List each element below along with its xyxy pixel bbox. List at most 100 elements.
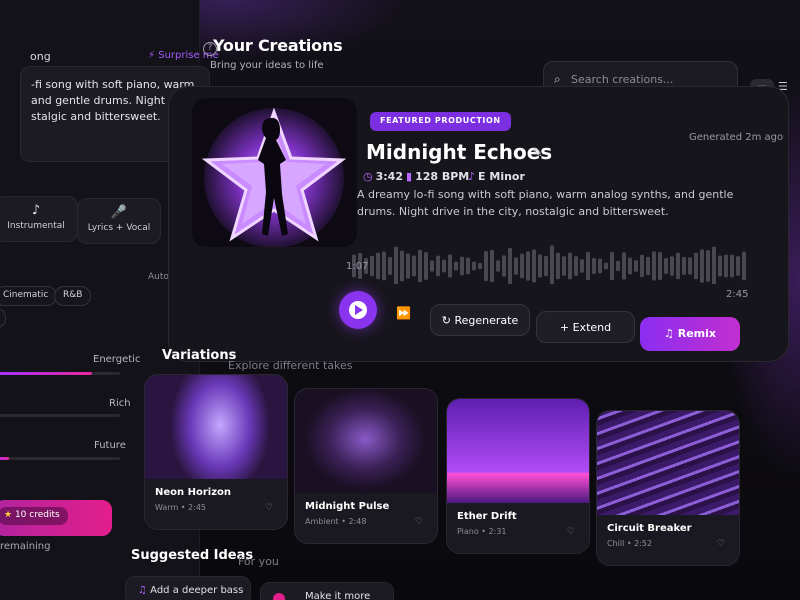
waveform-bar <box>658 251 662 281</box>
waveform-bar <box>598 258 602 274</box>
slider-rich[interactable] <box>0 414 120 417</box>
waveform-bar <box>592 258 596 274</box>
variation-name: Ether Drift <box>457 511 517 522</box>
remix-button[interactable]: ♫ Remix <box>640 317 740 351</box>
waveform-bar <box>370 255 374 277</box>
featured-badge: FEATURED PRODUCTION <box>370 112 511 131</box>
remix-label: Remix <box>677 327 716 340</box>
variations-subtitle: Explore different takes <box>228 359 353 372</box>
microphone-icon: 🎤 <box>110 205 128 220</box>
music-note-icon: ♫ <box>664 327 674 340</box>
waveform-bar <box>736 256 740 276</box>
refresh-icon: ↻ <box>441 314 451 327</box>
waveform-bar <box>646 256 650 276</box>
time-current: 1:07 <box>346 261 369 272</box>
waveform-bar <box>526 251 530 281</box>
slider-label: Energetic <box>93 354 141 365</box>
waveform-bar <box>568 252 572 280</box>
variations-title: Variations <box>162 348 237 363</box>
waveform-bar <box>640 254 644 278</box>
regenerate-button[interactable]: ↻ Regenerate <box>430 304 530 336</box>
mode-lyrics-vocal[interactable]: 🎤 Lyrics + Vocal <box>77 198 161 244</box>
featured-cover-art <box>192 98 357 247</box>
suggestion-chip[interactable]: Make it more <box>260 582 394 600</box>
waveform-bar <box>472 261 476 271</box>
lightning-icon: ⚡ <box>148 50 156 61</box>
mode-label: Lyrics + Vocal <box>87 223 151 233</box>
auto-label: Auto <box>148 272 169 282</box>
key-meta: ♪ E Minor <box>468 170 525 183</box>
variation-meta: Chill • 2:52 <box>607 539 653 548</box>
page-subtitle: Bring your ideas to life <box>210 60 324 71</box>
heart-icon[interactable]: ♡ <box>265 503 273 513</box>
slider-future[interactable] <box>0 457 120 460</box>
variation-card[interactable]: Neon Horizon Warm • 2:45 ♡ <box>144 374 288 530</box>
music-note-icon: ♪ <box>468 170 476 183</box>
waveform-bar <box>574 256 578 276</box>
duration: 3:42 <box>375 170 403 183</box>
waveform[interactable] <box>352 228 750 284</box>
waveform-bar <box>436 255 440 277</box>
heart-icon[interactable]: ♡ <box>567 527 575 537</box>
credits-badge: ★ 10 credits <box>0 507 68 525</box>
variation-card[interactable]: Midnight Pulse Ambient • 2:48 ♡ <box>294 388 438 544</box>
bars-icon: ▮ <box>406 170 413 183</box>
variation-name: Midnight Pulse <box>305 501 390 512</box>
search-icon: ⌕ <box>554 72 561 86</box>
song-description: A dreamy lo-fi song with soft piano, war… <box>357 188 734 218</box>
waveform-bar <box>454 261 458 271</box>
play-icon <box>355 305 363 315</box>
waveform-bar <box>616 260 620 272</box>
time-total: 2:45 <box>726 289 749 300</box>
pencil-icon[interactable]: ✎ <box>532 146 543 161</box>
suggested-subtitle: For you <box>238 555 279 568</box>
waveform-bar <box>724 254 728 278</box>
variation-card[interactable]: Ether Drift Piano • 2:31 ♡ <box>446 398 590 554</box>
waveform-bar <box>688 257 692 275</box>
mode-label: Instrumental <box>7 221 65 231</box>
waveform-bar <box>424 252 428 280</box>
search-placeholder: Search creations... <box>571 73 674 86</box>
fast-forward-icon[interactable]: ⏩ <box>396 306 411 320</box>
genre-chip[interactable]: Cinematic <box>0 286 58 306</box>
waveform-bar <box>460 256 464 276</box>
variation-meta: Ambient • 2:48 <box>305 517 367 526</box>
star-icon: ★ <box>4 510 13 520</box>
waveform-bar <box>400 250 404 282</box>
sidebar-title: ong <box>30 50 51 63</box>
variation-art <box>145 375 287 479</box>
waveform-bar <box>442 259 446 273</box>
waveform-bar <box>448 254 452 278</box>
variation-card[interactable]: Circuit Breaker Chill • 2:52 ♡ <box>596 410 740 566</box>
suggested-title: Suggested Ideas <box>131 548 254 563</box>
variation-meta: Warm • 2:45 <box>155 503 207 512</box>
remaining-label: remaining <box>0 541 51 552</box>
generated-time: Generated 2m ago <box>689 132 784 143</box>
waveform-bar <box>508 247 512 284</box>
waveform-bar <box>388 256 392 276</box>
waveform-bar <box>682 257 686 275</box>
page-title: Your Creations <box>213 36 343 55</box>
variation-name: Circuit Breaker <box>607 523 692 534</box>
variation-meta: Piano • 2:31 <box>457 527 507 536</box>
heart-icon[interactable]: ♡ <box>415 517 423 527</box>
genre-chip[interactable]: R&B <box>54 286 92 306</box>
waveform-bar <box>430 260 434 272</box>
slider-label: Rich <box>109 398 131 409</box>
waveform-bar <box>718 255 722 277</box>
waveform-bar <box>622 252 626 280</box>
waveform-bar <box>712 246 716 284</box>
play-button[interactable] <box>339 291 377 329</box>
duration-meta: ◷ 3:42 <box>363 170 403 183</box>
waveform-bar <box>532 249 536 283</box>
waveform-bar <box>382 251 386 281</box>
heart-icon[interactable]: ♡ <box>717 539 725 549</box>
waveform-bar <box>418 249 422 283</box>
extend-button[interactable]: + Extend <box>536 311 635 343</box>
waveform-bar <box>490 249 494 283</box>
mode-instrumental[interactable]: ♪ Instrumental <box>0 196 78 242</box>
waveform-bar <box>514 257 518 275</box>
suggestion-chip[interactable]: ♫ Add a deeper bass <box>125 576 251 600</box>
key: E Minor <box>478 170 525 183</box>
waveform-bar <box>676 252 680 280</box>
